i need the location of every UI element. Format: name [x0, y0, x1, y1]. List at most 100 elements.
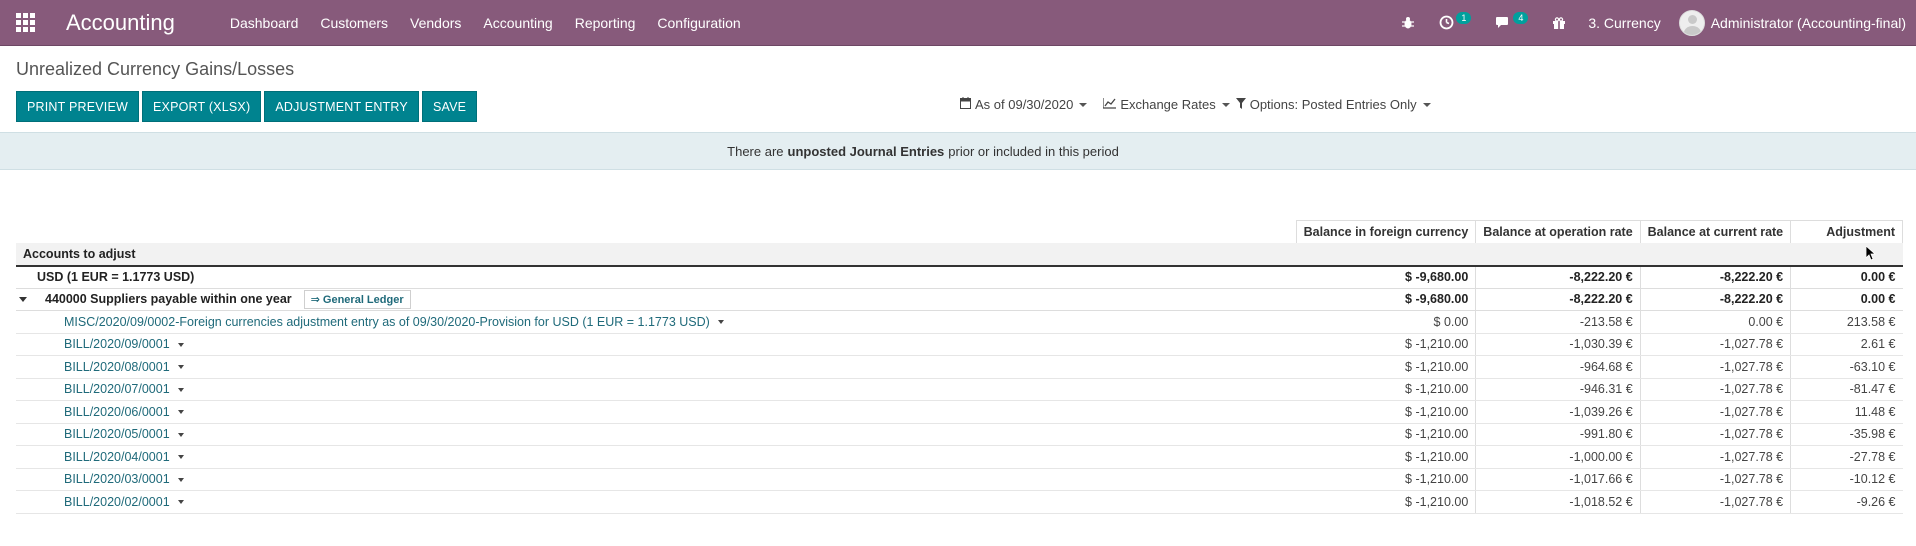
journal-entry-link[interactable]: BILL/2020/08/0001	[23, 360, 170, 374]
chevron-down-icon	[1221, 102, 1230, 107]
cell: 2.61 €	[1790, 333, 1903, 356]
user-menu[interactable]: Administrator (Accounting-final)	[1711, 15, 1906, 31]
journal-entry-link[interactable]: BILL/2020/05/0001	[23, 427, 170, 441]
menu-customers[interactable]: Customers	[309, 15, 399, 31]
cell: -1,027.78 €	[1639, 423, 1791, 446]
bug-icon[interactable]	[1389, 16, 1427, 30]
cell: -8,222.20 €	[1475, 288, 1641, 311]
cell: -10.12 €	[1790, 468, 1903, 491]
adjustment-entry-button[interactable]: ADJUSTMENT ENTRY	[264, 91, 419, 122]
app-name: Accounting	[66, 9, 175, 35]
caret-down-icon[interactable]	[177, 500, 184, 505]
cell: -213.58 €	[1475, 310, 1641, 334]
cell: -1,027.78 €	[1639, 355, 1791, 379]
print-preview-button[interactable]: PRINT PREVIEW	[16, 91, 139, 122]
options-label: Options: Posted Entries Only	[1249, 97, 1417, 112]
caret-down-icon[interactable]	[177, 365, 184, 370]
cell: -8,222.20 €	[1639, 265, 1791, 289]
cell: -1,018.52 €	[1475, 490, 1641, 514]
cell: $ -9,680.00	[1296, 288, 1476, 311]
cell: -946.31 €	[1475, 378, 1641, 401]
cell: -8,222.20 €	[1475, 265, 1641, 289]
cell: $ -1,210.00	[1296, 400, 1476, 424]
cell: 213.58 €	[1790, 310, 1903, 334]
cell: $ -1,210.00	[1296, 378, 1476, 401]
gift-icon[interactable]	[1540, 16, 1578, 30]
calendar-icon	[960, 97, 971, 112]
journal-entry-link[interactable]: BILL/2020/07/0001	[23, 382, 170, 396]
apps-grid-icon[interactable]	[0, 0, 50, 46]
chat-icon[interactable]: 4	[1483, 11, 1540, 30]
table-row[interactable]: BILL/2020/04/0001 $ -1,210.00 -1,000.00 € -…	[16, 445, 1903, 469]
table-row[interactable]: MISC/2020/09/0002-Foreign currencies adj…	[16, 310, 1903, 334]
cell: $ -1,210.00	[1296, 355, 1476, 379]
journal-entry-link[interactable]: MISC/2020/09/0002-Foreign currencies adj…	[23, 315, 710, 329]
general-ledger-button[interactable]: ⇒ General Ledger	[303, 289, 411, 309]
cell: -9.26 €	[1790, 490, 1903, 514]
activity-clock-icon[interactable]: 1	[1427, 11, 1483, 30]
journal-entry-link[interactable]: BILL/2020/03/0001	[23, 472, 170, 486]
top-navbar: Accounting Dashboard Customers Vendors A…	[0, 0, 1916, 46]
table-row[interactable]: BILL/2020/06/0001 $ -1,210.00 -1,039.26 € -…	[16, 400, 1903, 424]
journal-entry-link[interactable]: BILL/2020/02/0001	[23, 495, 170, 509]
caret-down-icon[interactable]	[177, 387, 184, 392]
options-filter[interactable]: Options: Posted Entries Only	[1235, 97, 1431, 112]
cell: 0.00 €	[1790, 265, 1903, 289]
menu-reporting[interactable]: Reporting	[564, 15, 647, 31]
caret-down-icon[interactable]	[177, 342, 184, 347]
cell: $ -1,210.00	[1296, 490, 1476, 514]
cell: 0.00 €	[1639, 310, 1791, 334]
caret-down-icon[interactable]	[177, 477, 184, 482]
cell: -27.78 €	[1790, 445, 1903, 469]
table-row[interactable]: BILL/2020/05/0001 $ -1,210.00 -991.80 € -1,…	[16, 423, 1903, 446]
journal-entry-link[interactable]: BILL/2020/09/0001	[23, 337, 170, 351]
menu-vendors[interactable]: Vendors	[399, 15, 472, 31]
chevron-down-icon	[1079, 102, 1088, 107]
currency-row: USD (1 EUR = 1.1773 USD) $ -9,680.00 -8,…	[16, 265, 1903, 289]
cell: 0.00 €	[1790, 288, 1903, 311]
menu-dashboard[interactable]: Dashboard	[219, 15, 310, 31]
report-table: Balance in foreign currency Balance at o…	[16, 220, 1903, 514]
page-title: Unrealized Currency Gains/Losses	[16, 59, 295, 79]
company-switcher[interactable]: 3. Currency	[1578, 15, 1678, 31]
cell: -1,030.39 €	[1475, 333, 1641, 356]
date-filter-label: As of 09/30/2020	[975, 97, 1074, 112]
cell: $ -1,210.00	[1296, 423, 1476, 446]
caret-down-icon[interactable]	[717, 320, 724, 325]
cell: -1,027.78 €	[1639, 378, 1791, 401]
caret-down-icon[interactable]	[177, 455, 184, 460]
menu-accounting[interactable]: Accounting	[472, 15, 563, 31]
alert-suffix: prior or included in this period	[948, 143, 1119, 159]
cell: $ -1,210.00	[1296, 468, 1476, 491]
table-row[interactable]: BILL/2020/07/0001 $ -1,210.00 -946.31 € -1,…	[16, 378, 1903, 401]
account-row[interactable]: 440000 Suppliers payable within one year…	[16, 288, 1903, 311]
table-row[interactable]: BILL/2020/02/0001 $ -1,210.00 -1,018.52 € -…	[16, 490, 1903, 514]
table-header-row: Balance in foreign currency Balance at o…	[16, 220, 1903, 243]
table-row[interactable]: BILL/2020/03/0001 $ -1,210.00 -1,017.66 € -…	[16, 468, 1903, 491]
save-button[interactable]: SAVE	[421, 91, 478, 122]
export-xlsx-button[interactable]: EXPORT (XLSX)	[142, 91, 262, 122]
cell: -1,017.66 €	[1475, 468, 1641, 491]
table-row[interactable]: BILL/2020/08/0001 $ -1,210.00 -964.68 € -1,…	[16, 355, 1903, 379]
cell: -63.10 €	[1790, 355, 1903, 379]
navbar-right: 1 4 3. Currency Administrator (Accountin…	[1389, 0, 1916, 46]
menu-configuration[interactable]: Configuration	[646, 15, 751, 31]
cell: -81.47 €	[1790, 378, 1903, 401]
chevron-down-icon	[1422, 102, 1431, 107]
col-balance-foreign: Balance in foreign currency	[1295, 220, 1477, 243]
caret-down-icon[interactable]	[177, 410, 184, 415]
exchange-rates-filter[interactable]: Exchange Rates	[1102, 97, 1230, 112]
account-label[interactable]: 440000 Suppliers payable within one year	[45, 292, 292, 306]
table-row[interactable]: BILL/2020/09/0001 $ -1,210.00 -1,030.39 € -…	[16, 333, 1903, 356]
cell: -1,039.26 €	[1475, 400, 1641, 424]
journal-entry-link[interactable]: BILL/2020/04/0001	[23, 450, 170, 464]
date-filter[interactable]: As of 09/30/2020	[960, 97, 1088, 112]
cell: -991.80 €	[1475, 423, 1641, 446]
caret-down-icon[interactable]	[177, 432, 184, 437]
currency-label: USD (1 EUR = 1.1773 USD)	[16, 265, 1297, 289]
user-avatar[interactable]	[1678, 9, 1705, 36]
unposted-entries-alert: There are unposted Journal Entries prior…	[0, 132, 1916, 170]
caret-down-icon[interactable]	[19, 296, 27, 302]
col-balance-current-rate: Balance at current rate	[1639, 220, 1792, 243]
journal-entry-link[interactable]: BILL/2020/06/0001	[23, 405, 170, 419]
